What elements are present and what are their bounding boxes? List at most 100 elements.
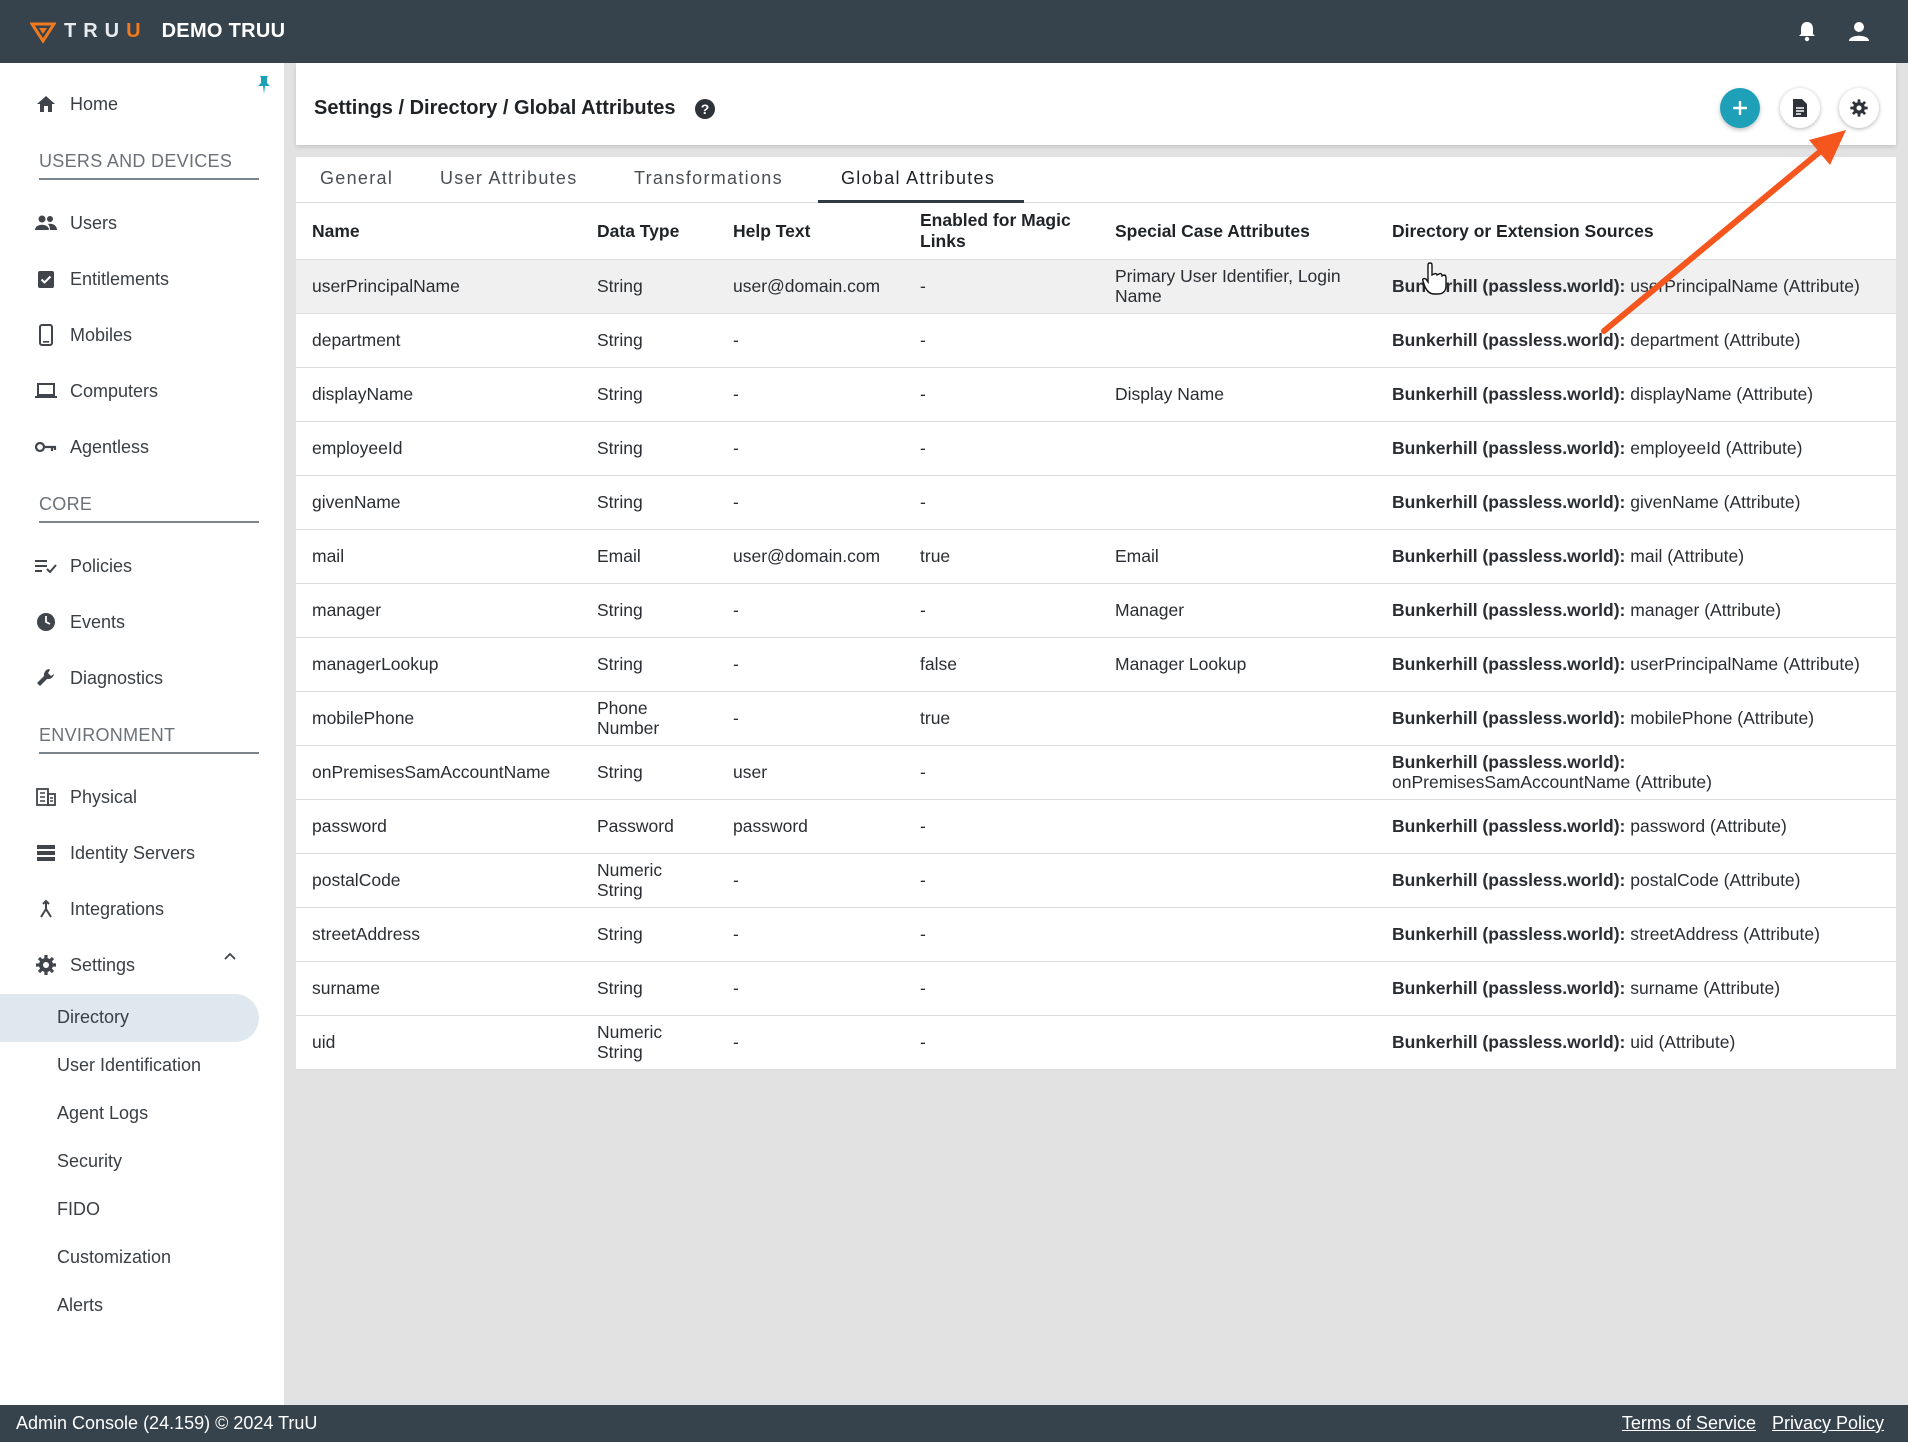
sidebar-item-label: Physical xyxy=(70,786,138,807)
cell-special-case xyxy=(1099,691,1376,746)
sidebar-item-settings[interactable]: Settings xyxy=(34,950,135,980)
column-header-data-type[interactable]: Data Type xyxy=(581,204,717,260)
table-row[interactable]: managerLookup String - false Manager Lookup B… xyxy=(296,637,1896,692)
privacy-link[interactable]: Privacy Policy xyxy=(1772,1413,1884,1434)
sidebar-item-identity-servers[interactable]: Identity Servers xyxy=(34,838,195,868)
cell-special-case xyxy=(1099,313,1376,368)
column-header-sources[interactable]: Directory or Extension Sources xyxy=(1376,204,1896,260)
source-attribute: uid (Attribute) xyxy=(1630,1032,1736,1052)
sidebar-item-home[interactable]: Home xyxy=(34,89,118,119)
users-icon xyxy=(34,211,58,235)
sidebar-subitem-agent-logs[interactable]: Agent Logs xyxy=(57,1103,148,1124)
table-row[interactable]: streetAddress String - - Bunkerhill (passles… xyxy=(296,907,1896,962)
footer: Admin Console (24.159) © 2024 TruU Terms… xyxy=(0,1405,1908,1442)
column-header-special-case[interactable]: Special Case Attributes xyxy=(1099,204,1376,260)
cell-source: Bunkerhill (passless.world): mail (Attri… xyxy=(1376,529,1896,584)
gear-icon xyxy=(1850,99,1868,117)
sidebar-item-mobiles[interactable]: Mobiles xyxy=(34,320,132,350)
sidebar-subitem-alerts[interactable]: Alerts xyxy=(57,1295,103,1316)
cell-name: onPremisesSamAccountName xyxy=(296,745,581,800)
tab-general[interactable]: General xyxy=(320,168,393,189)
cell-source: Bunkerhill (passless.world): employeeId … xyxy=(1376,421,1896,476)
sidebar-item-computers[interactable]: Computers xyxy=(34,376,158,406)
table-row[interactable]: displayName String - - Display Name Bunkerhil… xyxy=(296,367,1896,422)
document-icon xyxy=(1793,99,1807,117)
page-title: Settings / Directory / Global Attributes xyxy=(314,97,676,119)
section-users-devices: USERS AND DEVICES xyxy=(39,151,233,171)
add-button[interactable] xyxy=(1720,88,1760,128)
section-environment: ENVIRONMENT xyxy=(39,725,176,745)
global-attributes-table: Name Data Type Help Text Enabled for Mag… xyxy=(296,204,1896,1070)
table-row[interactable]: department String - - Bunkerhill (passless.w… xyxy=(296,313,1896,368)
pin-icon[interactable] xyxy=(256,75,272,95)
account-icon[interactable] xyxy=(1846,18,1872,44)
sidebar-item-policies[interactable]: Policies xyxy=(34,551,132,581)
bell-icon[interactable] xyxy=(1794,18,1820,44)
sidebar-item-users[interactable]: Users xyxy=(34,208,117,238)
table-row[interactable]: postalCode Numeric String - - Bunkerhill (pa… xyxy=(296,853,1896,908)
laptop-icon xyxy=(34,379,58,403)
org-name: DEMO TRUU xyxy=(161,20,286,42)
sidebar-item-label: Diagnostics xyxy=(70,667,164,688)
cell-name: mail xyxy=(296,529,581,584)
table-row[interactable]: password Password password - Bunkerhill (pas… xyxy=(296,799,1896,854)
divider xyxy=(39,521,259,523)
table-row[interactable]: surname String - - Bunkerhill (passless.worl… xyxy=(296,961,1896,1016)
sidebar-item-physical[interactable]: Physical xyxy=(34,782,137,812)
source-attribute: userPrincipalName (Attribute) xyxy=(1630,276,1860,296)
source-attribute: manager (Attribute) xyxy=(1630,600,1782,620)
cell-source: Bunkerhill (passless.world): onPremisesSa… xyxy=(1376,745,1896,800)
cell-help-text: - xyxy=(717,475,904,530)
cell-special-case: Primary User Identifier, Login Name xyxy=(1099,259,1376,314)
table-row[interactable]: onPremisesSamAccountName String user - Bunke… xyxy=(296,745,1896,800)
list-check-icon xyxy=(34,554,58,578)
cell-special-case xyxy=(1099,745,1376,800)
cell-help-text: - xyxy=(717,961,904,1016)
source-directory-name: Bunkerhill (passless.world): xyxy=(1392,438,1626,458)
cell-help-text: - xyxy=(717,421,904,476)
terms-link[interactable]: Terms of Service xyxy=(1622,1413,1756,1434)
table-row[interactable]: givenName String - - Bunkerhill (passless.wo… xyxy=(296,475,1896,530)
column-header-help-text[interactable]: Help Text xyxy=(717,204,904,260)
sidebar-item-label: Mobiles xyxy=(70,324,133,345)
sidebar: Home USERS AND DEVICES Users Entitlement… xyxy=(0,63,284,1405)
cell-special-case: Manager Lookup xyxy=(1099,637,1376,692)
sidebar-item-integrations[interactable]: Integrations xyxy=(34,894,164,924)
table-row[interactable]: userPrincipalName String user@domain.com - P… xyxy=(296,259,1896,314)
tab-global-attributes[interactable]: Global Attributes xyxy=(841,168,995,189)
sidebar-item-agentless[interactable]: Agentless xyxy=(34,432,149,462)
table-row[interactable]: mail Email user@domain.com true Email Bunkerh… xyxy=(296,529,1896,584)
sidebar-item-diagnostics[interactable]: Diagnostics xyxy=(34,663,163,693)
cell-help-text: - xyxy=(717,853,904,908)
table-row[interactable]: mobilePhone Phone Number - true Bunkerhill (… xyxy=(296,691,1896,746)
brand[interactable]: TRUU DEMO TRUU xyxy=(30,19,285,45)
source-directory-name: Bunkerhill (passless.world): xyxy=(1392,708,1626,728)
tab-user-attributes[interactable]: User Attributes xyxy=(440,168,578,189)
cell-name: department xyxy=(296,313,581,368)
column-header-magic-links[interactable]: Enabled for Magic Links xyxy=(904,204,1099,260)
table-row[interactable]: employeeId String - - Bunkerhill (passless.w… xyxy=(296,421,1896,476)
sidebar-subitem-customization[interactable]: Customization xyxy=(57,1247,171,1268)
sidebar-subitem-user-identification[interactable]: User Identification xyxy=(57,1055,201,1076)
table-row[interactable]: uid Numeric String - - Bunkerhill (passless.… xyxy=(296,1015,1896,1070)
cell-magic-links: - xyxy=(904,853,1099,908)
merge-icon xyxy=(34,897,58,921)
sidebar-subitem-security[interactable]: Security xyxy=(57,1151,122,1172)
source-attribute: surname (Attribute) xyxy=(1630,978,1781,998)
sidebar-subitem-directory[interactable]: Directory xyxy=(57,1007,129,1028)
tab-transformations[interactable]: Transformations xyxy=(634,168,783,189)
document-button[interactable] xyxy=(1780,88,1820,128)
cell-special-case xyxy=(1099,799,1376,854)
chevron-up-icon[interactable] xyxy=(222,948,238,964)
column-header-name[interactable]: Name xyxy=(296,204,581,260)
table-row[interactable]: manager String - - Manager Bunkerhill (passle… xyxy=(296,583,1896,638)
sidebar-subitem-fido[interactable]: FIDO xyxy=(57,1199,100,1220)
cell-source: Bunkerhill (passless.world): surname (At… xyxy=(1376,961,1896,1016)
source-attribute: mail (Attribute) xyxy=(1630,546,1745,566)
settings-gear-button[interactable] xyxy=(1839,88,1879,128)
truu-logo-icon xyxy=(30,22,56,44)
cell-source: Bunkerhill (passless.world): password (A… xyxy=(1376,799,1896,854)
help-icon[interactable]: ? xyxy=(694,98,716,120)
sidebar-item-entitlements[interactable]: Entitlements xyxy=(34,264,169,294)
sidebar-item-events[interactable]: Events xyxy=(34,607,125,637)
